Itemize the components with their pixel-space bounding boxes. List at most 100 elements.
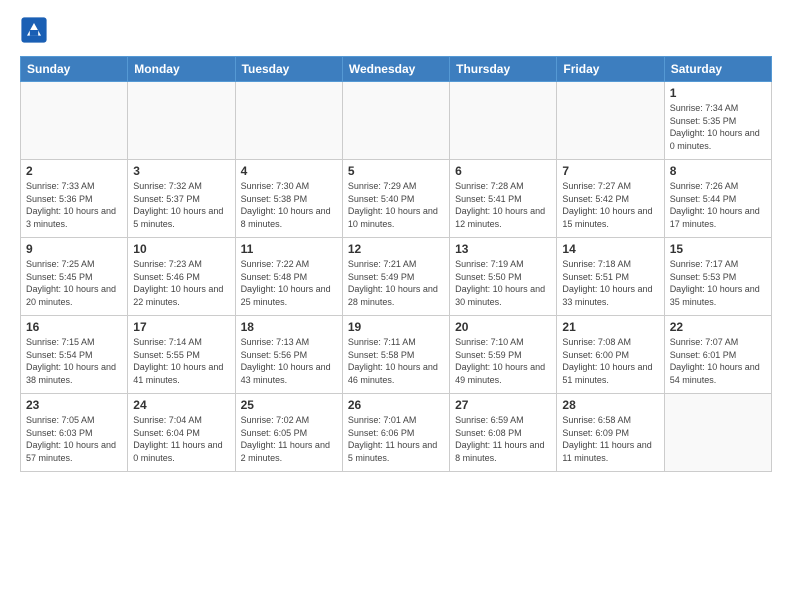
calendar-cell bbox=[128, 82, 235, 160]
day-info: Sunrise: 7:19 AMSunset: 5:50 PMDaylight:… bbox=[455, 258, 551, 308]
day-number: 10 bbox=[133, 242, 229, 256]
day-number: 25 bbox=[241, 398, 337, 412]
calendar-cell: 25 Sunrise: 7:02 AMSunset: 6:05 PMDayligh… bbox=[235, 394, 342, 472]
calendar-week-row: 16 Sunrise: 7:15 AMSunset: 5:54 PMDayligh… bbox=[21, 316, 772, 394]
calendar-table: SundayMondayTuesdayWednesdayThursdayFrid… bbox=[20, 56, 772, 472]
day-number: 17 bbox=[133, 320, 229, 334]
day-number: 16 bbox=[26, 320, 122, 334]
day-number: 20 bbox=[455, 320, 551, 334]
calendar-cell bbox=[342, 82, 449, 160]
calendar-week-row: 9 Sunrise: 7:25 AMSunset: 5:45 PMDaylight… bbox=[21, 238, 772, 316]
calendar-header-tuesday: Tuesday bbox=[235, 57, 342, 82]
main-container: SundayMondayTuesdayWednesdayThursdayFrid… bbox=[0, 0, 792, 482]
day-number: 15 bbox=[670, 242, 766, 256]
calendar-cell: 20Sunrise: 7:10 AMSunset: 5:59 PMDayligh… bbox=[450, 316, 557, 394]
day-number: 22 bbox=[670, 320, 766, 334]
day-number: 9 bbox=[26, 242, 122, 256]
day-info: Sunrise: 7:08 AMSunset: 6:00 PMDaylight:… bbox=[562, 336, 658, 386]
day-number: 6 bbox=[455, 164, 551, 178]
day-number: 14 bbox=[562, 242, 658, 256]
calendar-header-friday: Friday bbox=[557, 57, 664, 82]
day-info: Sunrise: 7:21 AMSunset: 5:49 PMDaylight:… bbox=[348, 258, 444, 308]
day-info: Sunrise: 7:14 AMSunset: 5:55 PMDaylight:… bbox=[133, 336, 229, 386]
calendar-cell bbox=[21, 82, 128, 160]
day-number: 21 bbox=[562, 320, 658, 334]
calendar-cell: 23 Sunrise: 7:05 AMSunset: 6:03 PMDayligh… bbox=[21, 394, 128, 472]
day-info: Sunrise: 6:58 AMSunset: 6:09 PMDaylight:… bbox=[562, 414, 658, 464]
day-info: Sunrise: 6:59 AMSunset: 6:08 PMDaylight:… bbox=[455, 414, 551, 464]
calendar-week-row: 2 Sunrise: 7:33 AMSunset: 5:36 PMDaylight… bbox=[21, 160, 772, 238]
calendar-cell: 12 Sunrise: 7:21 AMSunset: 5:49 PMDayligh… bbox=[342, 238, 449, 316]
calendar-cell: 10 Sunrise: 7:23 AMSunset: 5:46 PMDayligh… bbox=[128, 238, 235, 316]
calendar-cell bbox=[664, 394, 771, 472]
day-number: 8 bbox=[670, 164, 766, 178]
day-info: Sunrise: 7:32 AMSunset: 5:37 PMDaylight:… bbox=[133, 180, 229, 230]
calendar-cell: 2 Sunrise: 7:33 AMSunset: 5:36 PMDaylight… bbox=[21, 160, 128, 238]
calendar-cell: 24 Sunrise: 7:04 AMSunset: 6:04 PMDayligh… bbox=[128, 394, 235, 472]
calendar-header-wednesday: Wednesday bbox=[342, 57, 449, 82]
day-info: Sunrise: 7:33 AMSunset: 5:36 PMDaylight:… bbox=[26, 180, 122, 230]
calendar-cell: 17 Sunrise: 7:14 AMSunset: 5:55 PMDayligh… bbox=[128, 316, 235, 394]
day-number: 12 bbox=[348, 242, 444, 256]
day-info: Sunrise: 7:30 AMSunset: 5:38 PMDaylight:… bbox=[241, 180, 337, 230]
day-number: 13 bbox=[455, 242, 551, 256]
calendar-cell: 16 Sunrise: 7:15 AMSunset: 5:54 PMDayligh… bbox=[21, 316, 128, 394]
calendar-header-thursday: Thursday bbox=[450, 57, 557, 82]
calendar-cell: 18Sunrise: 7:13 AMSunset: 5:56 PMDayligh… bbox=[235, 316, 342, 394]
day-info: Sunrise: 7:25 AMSunset: 5:45 PMDaylight:… bbox=[26, 258, 122, 308]
calendar-cell: 26Sunrise: 7:01 AMSunset: 6:06 PMDayligh… bbox=[342, 394, 449, 472]
calendar-cell: 9 Sunrise: 7:25 AMSunset: 5:45 PMDaylight… bbox=[21, 238, 128, 316]
day-number: 1 bbox=[670, 86, 766, 100]
calendar-cell: 7 Sunrise: 7:27 AMSunset: 5:42 PMDaylight… bbox=[557, 160, 664, 238]
calendar-cell bbox=[450, 82, 557, 160]
calendar-cell: 3 Sunrise: 7:32 AMSunset: 5:37 PMDaylight… bbox=[128, 160, 235, 238]
day-info: Sunrise: 7:04 AMSunset: 6:04 PMDaylight:… bbox=[133, 414, 229, 464]
calendar-cell: 28 Sunrise: 6:58 AMSunset: 6:09 PMDayligh… bbox=[557, 394, 664, 472]
calendar-cell: 27 Sunrise: 6:59 AMSunset: 6:08 PMDayligh… bbox=[450, 394, 557, 472]
day-info: Sunrise: 7:18 AMSunset: 5:51 PMDaylight:… bbox=[562, 258, 658, 308]
calendar-cell bbox=[235, 82, 342, 160]
day-info: Sunrise: 7:07 AMSunset: 6:01 PMDaylight:… bbox=[670, 336, 766, 386]
calendar-cell: 4Sunrise: 7:30 AMSunset: 5:38 PMDaylight… bbox=[235, 160, 342, 238]
calendar-cell: 6 Sunrise: 7:28 AMSunset: 5:41 PMDaylight… bbox=[450, 160, 557, 238]
day-number: 27 bbox=[455, 398, 551, 412]
day-number: 19 bbox=[348, 320, 444, 334]
day-info: Sunrise: 7:27 AMSunset: 5:42 PMDaylight:… bbox=[562, 180, 658, 230]
day-info: Sunrise: 7:11 AMSunset: 5:58 PMDaylight:… bbox=[348, 336, 444, 386]
day-number: 11 bbox=[241, 242, 337, 256]
calendar-cell: 22 Sunrise: 7:07 AMSunset: 6:01 PMDayligh… bbox=[664, 316, 771, 394]
calendar-header-sunday: Sunday bbox=[21, 57, 128, 82]
day-info: Sunrise: 7:02 AMSunset: 6:05 PMDaylight:… bbox=[241, 414, 337, 464]
calendar-cell: 1 Sunrise: 7:34 AMSunset: 5:35 PMDaylight… bbox=[664, 82, 771, 160]
day-info: Sunrise: 7:01 AMSunset: 6:06 PMDaylight:… bbox=[348, 414, 444, 464]
day-number: 28 bbox=[562, 398, 658, 412]
calendar-header-row: SundayMondayTuesdayWednesdayThursdayFrid… bbox=[21, 57, 772, 82]
calendar-cell: 19 Sunrise: 7:11 AMSunset: 5:58 PMDayligh… bbox=[342, 316, 449, 394]
day-number: 5 bbox=[348, 164, 444, 178]
calendar-header-saturday: Saturday bbox=[664, 57, 771, 82]
day-info: Sunrise: 7:28 AMSunset: 5:41 PMDaylight:… bbox=[455, 180, 551, 230]
calendar-cell: 8 Sunrise: 7:26 AMSunset: 5:44 PMDaylight… bbox=[664, 160, 771, 238]
calendar-cell: 14 Sunrise: 7:18 AMSunset: 5:51 PMDayligh… bbox=[557, 238, 664, 316]
day-number: 24 bbox=[133, 398, 229, 412]
day-info: Sunrise: 7:17 AMSunset: 5:53 PMDaylight:… bbox=[670, 258, 766, 308]
day-info: Sunrise: 7:29 AMSunset: 5:40 PMDaylight:… bbox=[348, 180, 444, 230]
calendar-cell: 21 Sunrise: 7:08 AMSunset: 6:00 PMDayligh… bbox=[557, 316, 664, 394]
calendar-cell: 13 Sunrise: 7:19 AMSunset: 5:50 PMDayligh… bbox=[450, 238, 557, 316]
calendar-week-row: 1 Sunrise: 7:34 AMSunset: 5:35 PMDaylight… bbox=[21, 82, 772, 160]
logo-icon bbox=[20, 16, 48, 44]
day-info: Sunrise: 7:23 AMSunset: 5:46 PMDaylight:… bbox=[133, 258, 229, 308]
day-number: 23 bbox=[26, 398, 122, 412]
day-info: Sunrise: 7:34 AMSunset: 5:35 PMDaylight:… bbox=[670, 102, 766, 152]
calendar-cell bbox=[557, 82, 664, 160]
calendar-header-monday: Monday bbox=[128, 57, 235, 82]
day-info: Sunrise: 7:26 AMSunset: 5:44 PMDaylight:… bbox=[670, 180, 766, 230]
calendar-cell: 11Sunrise: 7:22 AMSunset: 5:48 PMDayligh… bbox=[235, 238, 342, 316]
calendar-cell: 5 Sunrise: 7:29 AMSunset: 5:40 PMDaylight… bbox=[342, 160, 449, 238]
day-info: Sunrise: 7:15 AMSunset: 5:54 PMDaylight:… bbox=[26, 336, 122, 386]
day-number: 2 bbox=[26, 164, 122, 178]
day-info: Sunrise: 7:13 AMSunset: 5:56 PMDaylight:… bbox=[241, 336, 337, 386]
day-number: 7 bbox=[562, 164, 658, 178]
day-info: Sunrise: 7:05 AMSunset: 6:03 PMDaylight:… bbox=[26, 414, 122, 464]
day-number: 3 bbox=[133, 164, 229, 178]
